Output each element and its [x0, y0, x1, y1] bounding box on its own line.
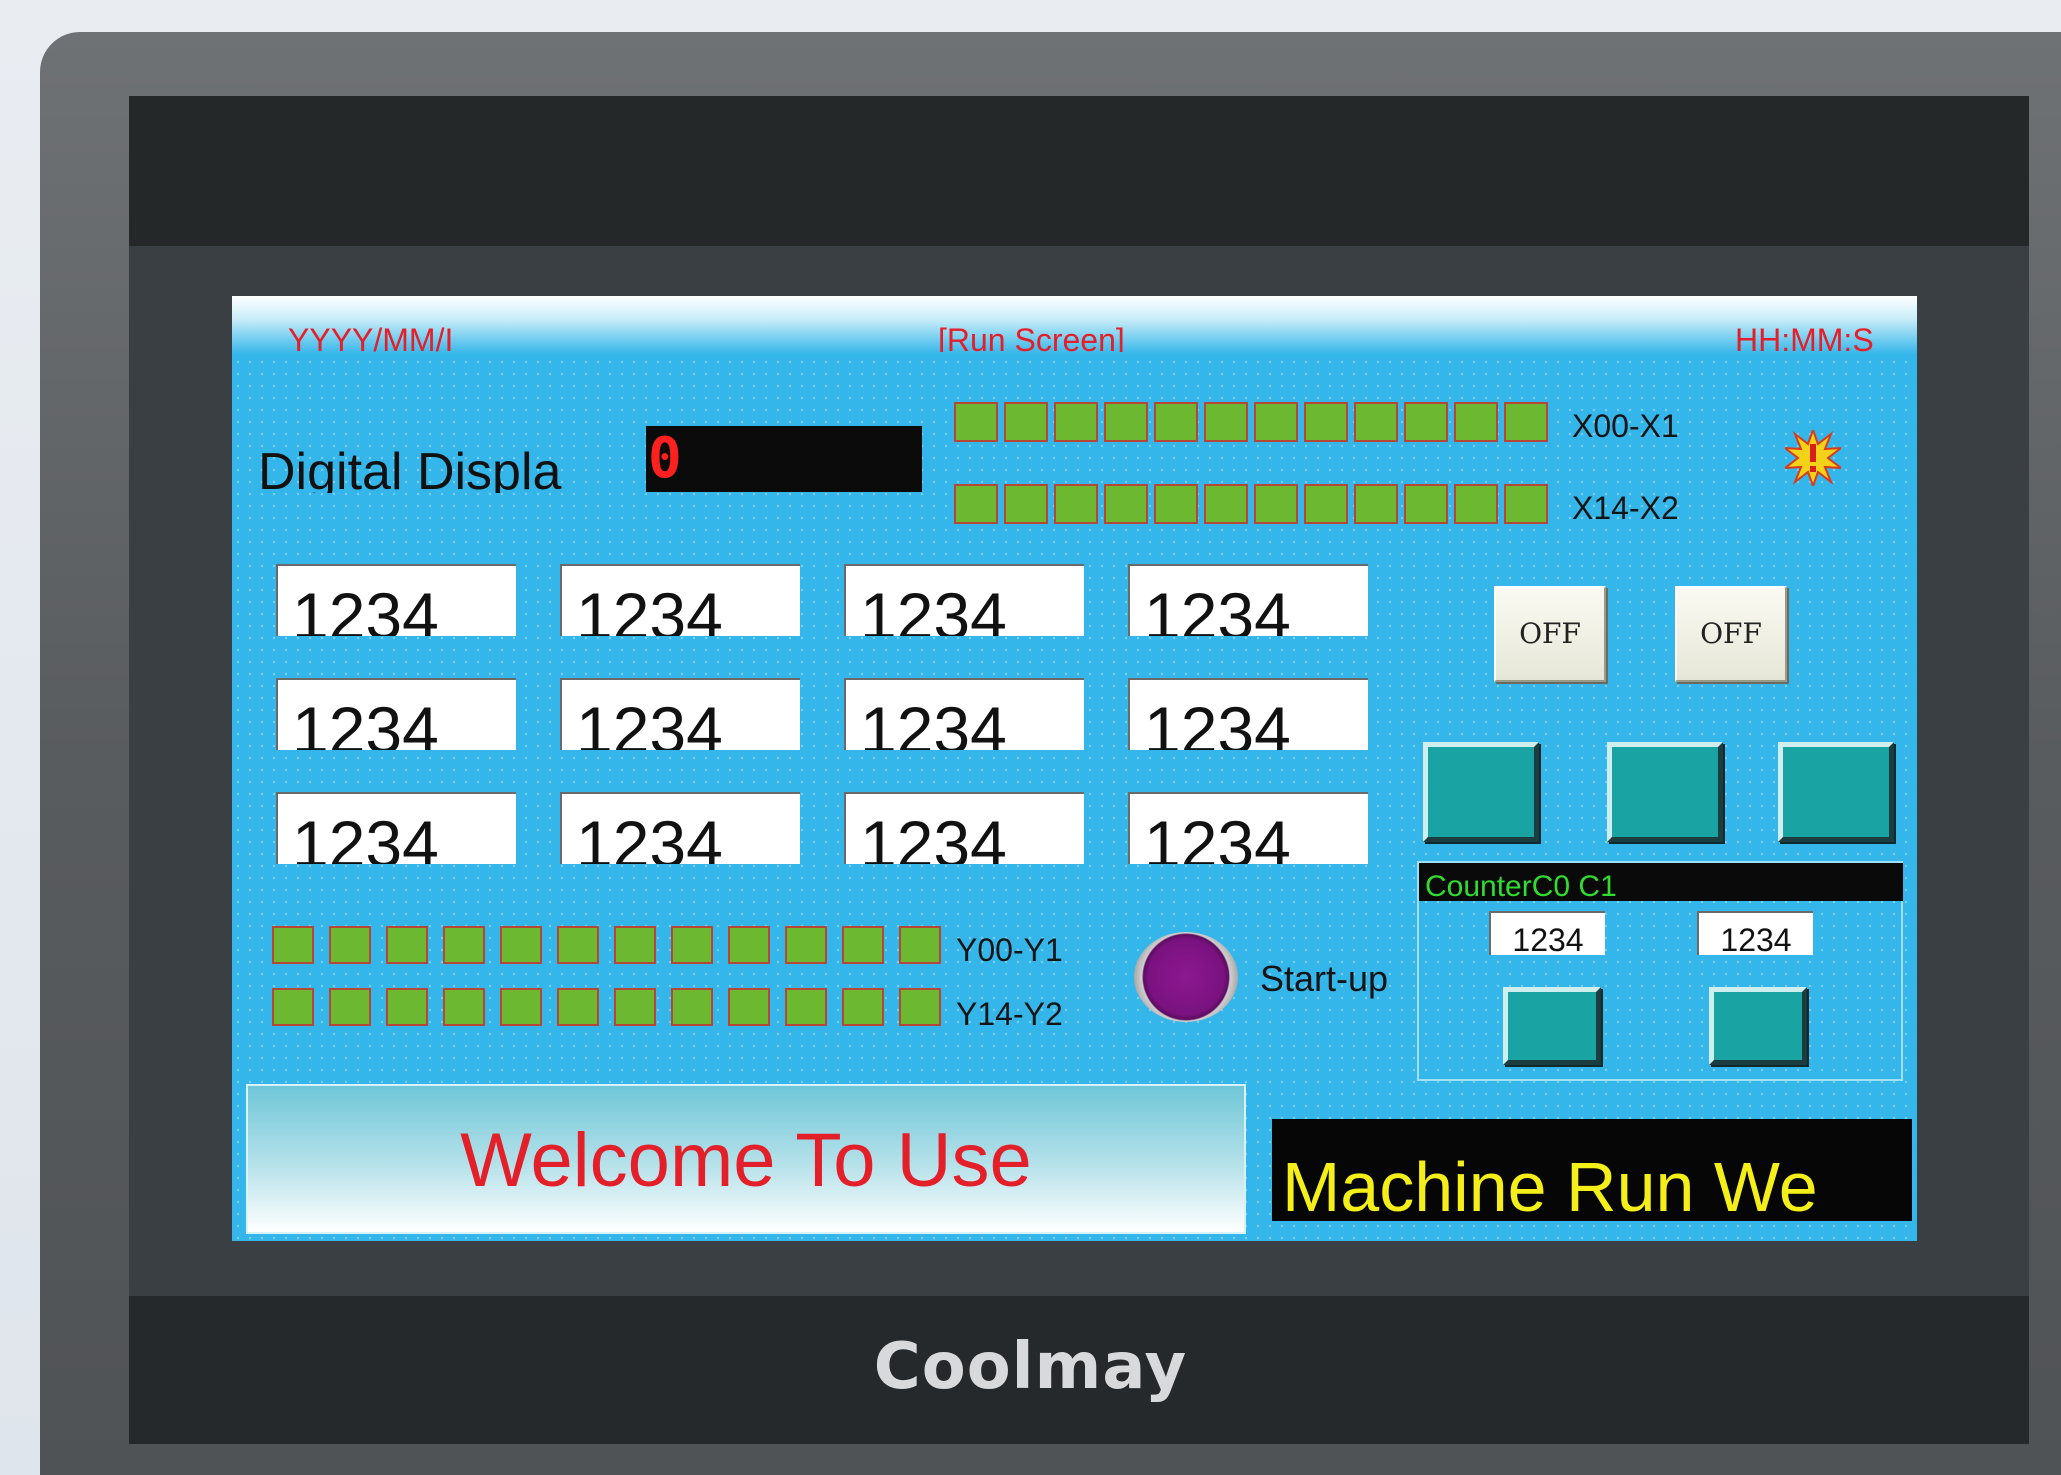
y-output-lamps-row1: [272, 926, 956, 964]
y-output-lamp: [899, 926, 941, 964]
x-input-label-1: X00-X1: [1572, 408, 1679, 444]
toggle-button-2[interactable]: OFF: [1675, 586, 1787, 682]
x-input-lamp: [1404, 484, 1448, 524]
x-input-lamp: [1254, 484, 1298, 524]
startup-label: Start-up: [1260, 958, 1389, 999]
y-output-lamp: [443, 926, 485, 964]
x-input-lamp: [1504, 484, 1548, 524]
y-output-label-2: Y14-Y2: [956, 996, 1063, 1032]
function-button-2[interactable]: [1607, 742, 1723, 842]
x-input-label-2: X14-X2: [1572, 490, 1679, 526]
numeric-field[interactable]: 1234: [844, 678, 1084, 750]
y-output-lamp: [272, 926, 314, 964]
y-output-lamp: [785, 988, 827, 1026]
numeric-field[interactable]: 1234: [276, 792, 516, 864]
x-input-lamp: [1104, 484, 1148, 524]
y-output-lamps-row2: [272, 988, 956, 1026]
x-input-lamp: [1204, 484, 1248, 524]
counter-c1-reset-button[interactable]: [1709, 987, 1807, 1065]
time-display: HH:MM:S: [1735, 322, 1874, 352]
x-input-lamps-row1: [954, 402, 1554, 442]
x-input-lamp: [1454, 402, 1498, 442]
date-display: YYYY/MM/I: [288, 322, 454, 352]
numeric-field[interactable]: 1234: [1128, 564, 1368, 636]
x-input-lamp: [1254, 402, 1298, 442]
y-output-lamp: [329, 926, 371, 964]
x-input-lamp: [954, 402, 998, 442]
function-button-1[interactable]: [1423, 742, 1539, 842]
y-output-lamp: [329, 988, 371, 1026]
y-output-lamp: [614, 926, 656, 964]
x-input-lamp: [1204, 402, 1248, 442]
x-input-lamp: [954, 484, 998, 524]
y-output-lamp: [671, 988, 713, 1026]
y-output-lamp: [557, 926, 599, 964]
digital-display-label: Digital Displa: [258, 443, 562, 493]
screen-title: [Run Screen]: [938, 322, 1125, 352]
y-output-lamp: [671, 926, 713, 964]
welcome-banner: Welcome To Use: [246, 1084, 1246, 1234]
y-output-lamp: [557, 988, 599, 1026]
x-input-lamps-row2: [954, 484, 1554, 524]
y-output-lamp: [386, 988, 428, 1026]
x-input-lamp: [1504, 402, 1548, 442]
y-output-lamp: [443, 988, 485, 1026]
counter-c0-reset-button[interactable]: [1503, 987, 1601, 1065]
numeric-field[interactable]: 1234: [560, 792, 800, 864]
numeric-field[interactable]: 1234: [560, 678, 800, 750]
numeric-field[interactable]: 1234: [276, 564, 516, 636]
x-input-lamp: [1404, 402, 1448, 442]
bezel-top-band: [129, 96, 2029, 246]
numeric-field[interactable]: 1234: [276, 678, 516, 750]
x-input-lamp: [1054, 402, 1098, 442]
title-bar: YYYY/MM/I [Run Screen] HH:MM:S: [232, 296, 1917, 354]
numeric-field[interactable]: 1234: [560, 564, 800, 636]
function-button-3[interactable]: [1778, 742, 1894, 842]
y-output-lamp: [899, 988, 941, 1026]
x-input-lamp: [1154, 402, 1198, 442]
y-output-lamp: [728, 988, 770, 1026]
counter-c0-value[interactable]: 1234: [1489, 911, 1605, 955]
y-output-lamp: [272, 988, 314, 1026]
numeric-field[interactable]: 1234: [1128, 678, 1368, 750]
alarm-burst-icon: [1785, 430, 1841, 486]
x-input-lamp: [1304, 402, 1348, 442]
y-output-lamp: [842, 926, 884, 964]
x-input-lamp: [1104, 402, 1148, 442]
y-output-lamp: [500, 988, 542, 1026]
toggle-button-1[interactable]: OFF: [1494, 586, 1606, 682]
numeric-field[interactable]: 1234: [844, 564, 1084, 636]
numeric-field[interactable]: 1234: [1128, 792, 1368, 864]
y-output-label-1: Y00-Y1: [956, 932, 1063, 968]
x-input-lamp: [1054, 484, 1098, 524]
brand-logo: Coolmay: [873, 1330, 1188, 1404]
y-output-lamp: [842, 988, 884, 1026]
y-output-lamp: [728, 926, 770, 964]
y-output-lamp: [614, 988, 656, 1026]
counter-title: CounterC0 C1: [1419, 863, 1903, 901]
digital-display-value: 0 123.4: [646, 426, 922, 492]
x-input-lamp: [1004, 484, 1048, 524]
marquee-text: Machine Run We: [1272, 1119, 1912, 1221]
startup-button[interactable]: [1134, 932, 1238, 1022]
counter-panel: CounterC0 C1 1234 1234: [1417, 861, 1903, 1081]
x-input-lamp: [1454, 484, 1498, 524]
x-input-lamp: [1354, 484, 1398, 524]
numeric-field[interactable]: 1234: [844, 792, 1084, 864]
x-input-lamp: [1004, 402, 1048, 442]
x-input-lamp: [1154, 484, 1198, 524]
y-output-lamp: [785, 926, 827, 964]
counter-c1-value[interactable]: 1234: [1697, 911, 1813, 955]
hmi-screen: YYYY/MM/I [Run Screen] HH:MM:S Digital D…: [232, 296, 1917, 1241]
x-input-lamp: [1304, 484, 1348, 524]
y-output-lamp: [386, 926, 428, 964]
x-input-lamp: [1354, 402, 1398, 442]
y-output-lamp: [500, 926, 542, 964]
